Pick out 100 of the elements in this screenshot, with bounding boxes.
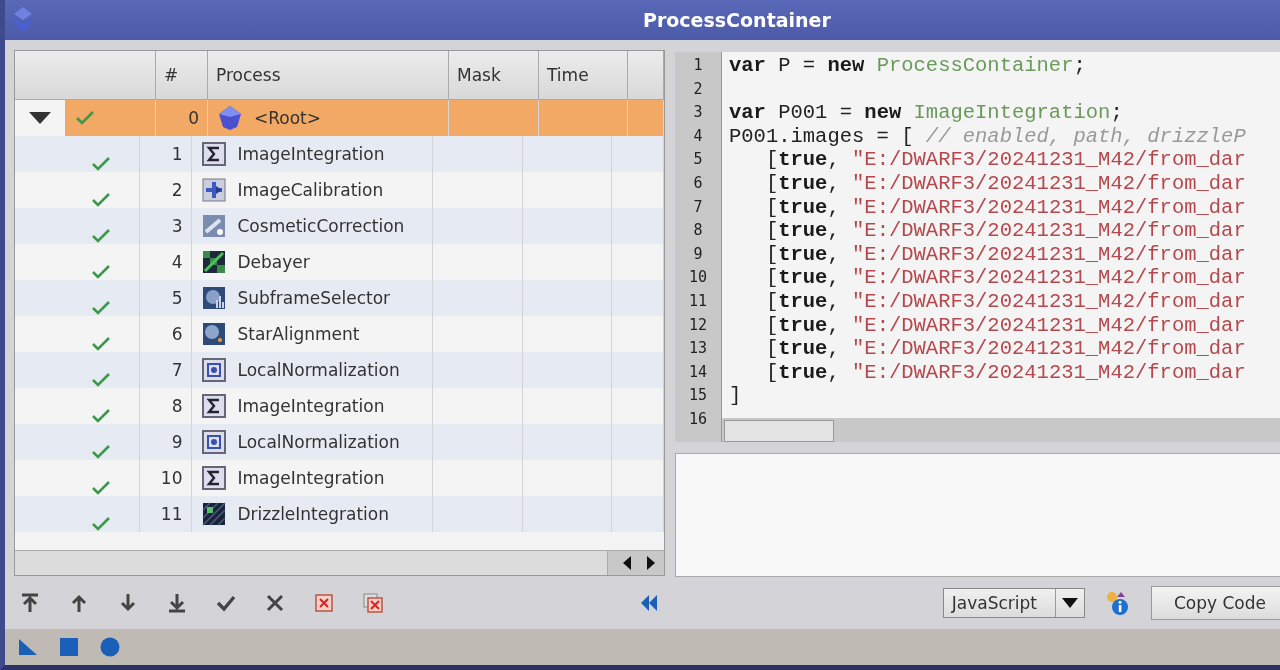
drizzle-icon	[201, 502, 226, 526]
code-line: var P001 = new ImageIntegration;	[729, 101, 1124, 125]
column-header[interactable]: Process	[208, 51, 449, 99]
line-number: 14	[687, 362, 709, 383]
target-icon	[201, 430, 226, 454]
line-number: 8	[692, 221, 704, 242]
line-number: 13	[687, 339, 709, 360]
line-number: 3	[692, 103, 704, 124]
check-icon[interactable]	[90, 228, 111, 244]
check-icon[interactable]	[90, 444, 111, 460]
code-line: [true, "E:/DWARF3/20241231_M42/from_dar	[764, 360, 1247, 385]
process-name: LocalNormalization	[237, 360, 400, 380]
code-line: P001.images = [ // enabled, path, drizzleP	[729, 124, 1247, 149]
table-row[interactable]: 3 CosmeticCorrection	[15, 208, 664, 244]
scroll-right-icon[interactable]	[646, 556, 656, 570]
check-icon[interactable]	[90, 336, 111, 352]
code-line: [true, "E:/DWARF3/20241231_M42/from_dar	[764, 337, 1247, 361]
code-line: [true, "E:/DWARF3/20241231_M42/from_dar	[764, 219, 1247, 243]
code-line: [true, "E:/DWARF3/20241231_M42/from_dar	[764, 171, 1247, 196]
process-name: DrizzleIntegration	[237, 504, 389, 524]
triangle-icon[interactable]	[18, 638, 38, 656]
table-row[interactable]: 1 ImageIntegration	[15, 136, 664, 172]
scrollbar-thumb[interactable]	[724, 420, 834, 442]
table-row[interactable]: 7 LocalNormalization	[15, 352, 664, 388]
table-row[interactable]: 11 DrizzleIntegration	[15, 496, 664, 532]
line-number: 5	[692, 150, 704, 171]
line-number: 9	[692, 244, 704, 265]
collapse-arrow-icon[interactable]	[29, 112, 51, 124]
copy-code-button[interactable]: Copy Code	[1150, 586, 1280, 620]
row-number: 7	[171, 360, 183, 380]
code-line: [true, "E:/DWARF3/20241231_M42/from_dar	[764, 195, 1247, 220]
sigma-icon	[201, 466, 226, 490]
subframe-icon	[201, 286, 226, 310]
table-row[interactable]: 9 LocalNormalization	[15, 424, 664, 460]
process-name: ImageCalibration	[237, 180, 384, 200]
double-left-icon[interactable]	[639, 593, 659, 613]
line-number: 10	[687, 268, 709, 289]
delete-icon[interactable]	[313, 592, 335, 614]
process-name: SubframeSelector	[237, 288, 391, 308]
line-number: 11	[687, 291, 709, 312]
check-icon[interactable]	[90, 408, 111, 424]
table-row[interactable]: 5 SubframeSelector	[15, 280, 664, 316]
code-line: [true, "E:/DWARF3/20241231_M42/from_dar	[764, 266, 1247, 290]
horizontal-scrollbar[interactable]	[15, 550, 664, 575]
caret-icon	[1061, 598, 1078, 608]
process-name: Debayer	[237, 252, 310, 272]
row-number: 6	[171, 324, 183, 344]
process-name: LocalNormalization	[237, 432, 400, 452]
code-line: [true, "E:/DWARF3/20241231_M42/from_dar	[764, 313, 1247, 338]
code-line: [true, "E:/DWARF3/20241231_M42/from_dar	[764, 289, 1247, 314]
row-number: 5	[171, 288, 183, 308]
line-number: 12	[687, 315, 709, 336]
check-icon[interactable]	[90, 372, 111, 388]
check-icon[interactable]	[90, 300, 111, 316]
check-icon[interactable]	[90, 264, 111, 280]
check-icon[interactable]	[90, 516, 111, 532]
code-editor[interactable]	[675, 52, 1280, 442]
column-header[interactable]: Time	[539, 51, 628, 99]
check-icon[interactable]	[75, 110, 95, 126]
code-line: ]	[729, 384, 743, 408]
app-icon	[13, 6, 33, 34]
code-line: [true, "E:/DWARF3/20241231_M42/from_dar	[764, 242, 1247, 267]
move-bottom-icon[interactable]	[166, 592, 188, 614]
move-top-icon[interactable]	[19, 592, 41, 614]
code-line: var P = new ProcessContainer;	[729, 54, 1087, 78]
line-number: 7	[692, 197, 704, 218]
line-number: 16	[687, 409, 709, 430]
check-icon[interactable]	[90, 192, 111, 208]
target-icon	[201, 358, 226, 382]
line-number: 4	[692, 126, 704, 147]
process-name: ImageIntegration	[237, 144, 385, 164]
row-number: 4	[171, 252, 183, 272]
sigma-icon	[201, 394, 226, 418]
line-number: 1	[692, 56, 704, 76]
row-number: 2	[171, 180, 183, 200]
row-number: 0	[188, 108, 199, 128]
process-name: CosmeticCorrection	[237, 216, 405, 236]
process-name: <Root>	[254, 108, 321, 128]
process-name: ImageIntegration	[237, 396, 385, 416]
debayer-icon	[201, 250, 226, 274]
line-number: 15	[687, 386, 709, 407]
sigma-icon	[201, 142, 226, 166]
code-line: [true, "E:/DWARF3/20241231_M42/from_dar	[764, 148, 1247, 172]
column-header[interactable]: Mask	[449, 51, 539, 99]
line-number: 6	[692, 173, 704, 194]
close-icon[interactable]	[264, 592, 286, 614]
column-header[interactable]: #	[156, 51, 208, 99]
circle-icon[interactable]	[100, 637, 120, 657]
check-icon[interactable]	[90, 480, 111, 496]
check-icon[interactable]	[90, 156, 111, 172]
language-dropdown[interactable]: JavaScript	[942, 588, 1085, 618]
window-title: ProcessContainer	[643, 9, 831, 31]
row-number: 3	[171, 216, 183, 236]
scroll-left-icon[interactable]	[622, 556, 632, 570]
line-number: 2	[692, 79, 704, 100]
row-number: 9	[171, 432, 183, 452]
delete-all-icon[interactable]	[362, 592, 384, 614]
process-name: ImageIntegration	[237, 468, 385, 488]
row-number: 11	[160, 504, 183, 524]
gem-icon	[218, 105, 242, 131]
